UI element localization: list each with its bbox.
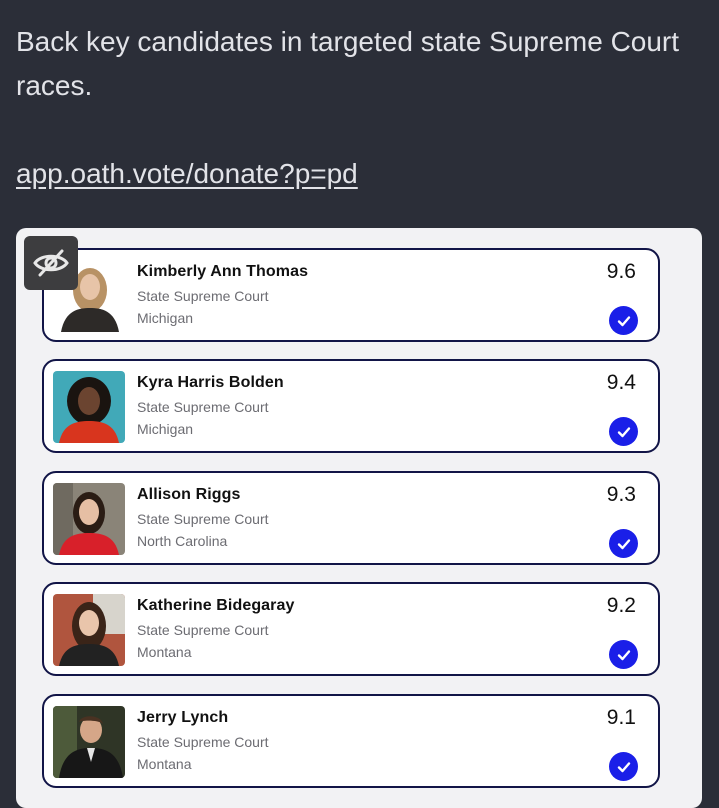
candidate-name: Kimberly Ann Thomas — [137, 263, 309, 280]
candidate-photo — [53, 706, 125, 778]
candidate-office: State Supreme Court — [137, 511, 269, 527]
candidate-state: Michigan — [137, 310, 194, 326]
candidate-photo — [53, 594, 125, 666]
candidate-photo — [53, 483, 125, 555]
candidate-state: Montana — [137, 756, 192, 772]
check-circle-icon[interactable] — [609, 640, 638, 669]
eye-slash-icon — [33, 249, 69, 277]
post-text: Back key candidates in targeted state Su… — [16, 26, 680, 101]
candidate-score: 9.2 — [606, 594, 636, 617]
candidate-card[interactable]: Kimberly Ann Thomas State Supreme Court … — [42, 248, 660, 342]
candidate-score: 9.6 — [606, 260, 636, 283]
candidate-photo — [53, 371, 125, 443]
check-circle-icon[interactable] — [609, 306, 638, 335]
candidate-office: State Supreme Court — [137, 288, 269, 304]
candidate-name: Allison Riggs — [137, 486, 241, 503]
candidate-office: State Supreme Court — [137, 622, 269, 638]
candidate-card[interactable]: Katherine Bidegaray State Supreme Court … — [42, 582, 660, 676]
candidate-score: 9.1 — [606, 706, 636, 729]
candidate-name: Jerry Lynch — [137, 709, 229, 726]
candidate-state: Michigan — [137, 421, 194, 437]
candidate-state: Montana — [137, 644, 192, 660]
candidate-card[interactable]: Allison Riggs State Supreme Court North … — [42, 471, 660, 565]
candidate-card[interactable]: Kyra Harris Bolden State Supreme Court M… — [42, 359, 660, 453]
candidate-list-image[interactable]: Kimberly Ann Thomas State Supreme Court … — [16, 228, 702, 808]
candidate-card[interactable]: Jerry Lynch State Supreme Court Montana … — [42, 694, 660, 788]
candidate-office: State Supreme Court — [137, 734, 269, 750]
candidate-name: Kyra Harris Bolden — [137, 374, 284, 391]
candidate-score: 9.3 — [606, 483, 636, 506]
check-circle-icon[interactable] — [609, 529, 638, 558]
donate-link[interactable]: app.oath.vote/donate?p=pd — [16, 152, 358, 196]
candidate-office: State Supreme Court — [137, 399, 269, 415]
candidate-score: 9.4 — [606, 371, 636, 394]
hide-media-button[interactable] — [24, 236, 78, 290]
candidate-name: Katherine Bidegaray — [137, 597, 295, 614]
check-circle-icon[interactable] — [609, 752, 638, 781]
candidate-state: North Carolina — [137, 533, 228, 549]
check-circle-icon[interactable] — [609, 417, 638, 446]
